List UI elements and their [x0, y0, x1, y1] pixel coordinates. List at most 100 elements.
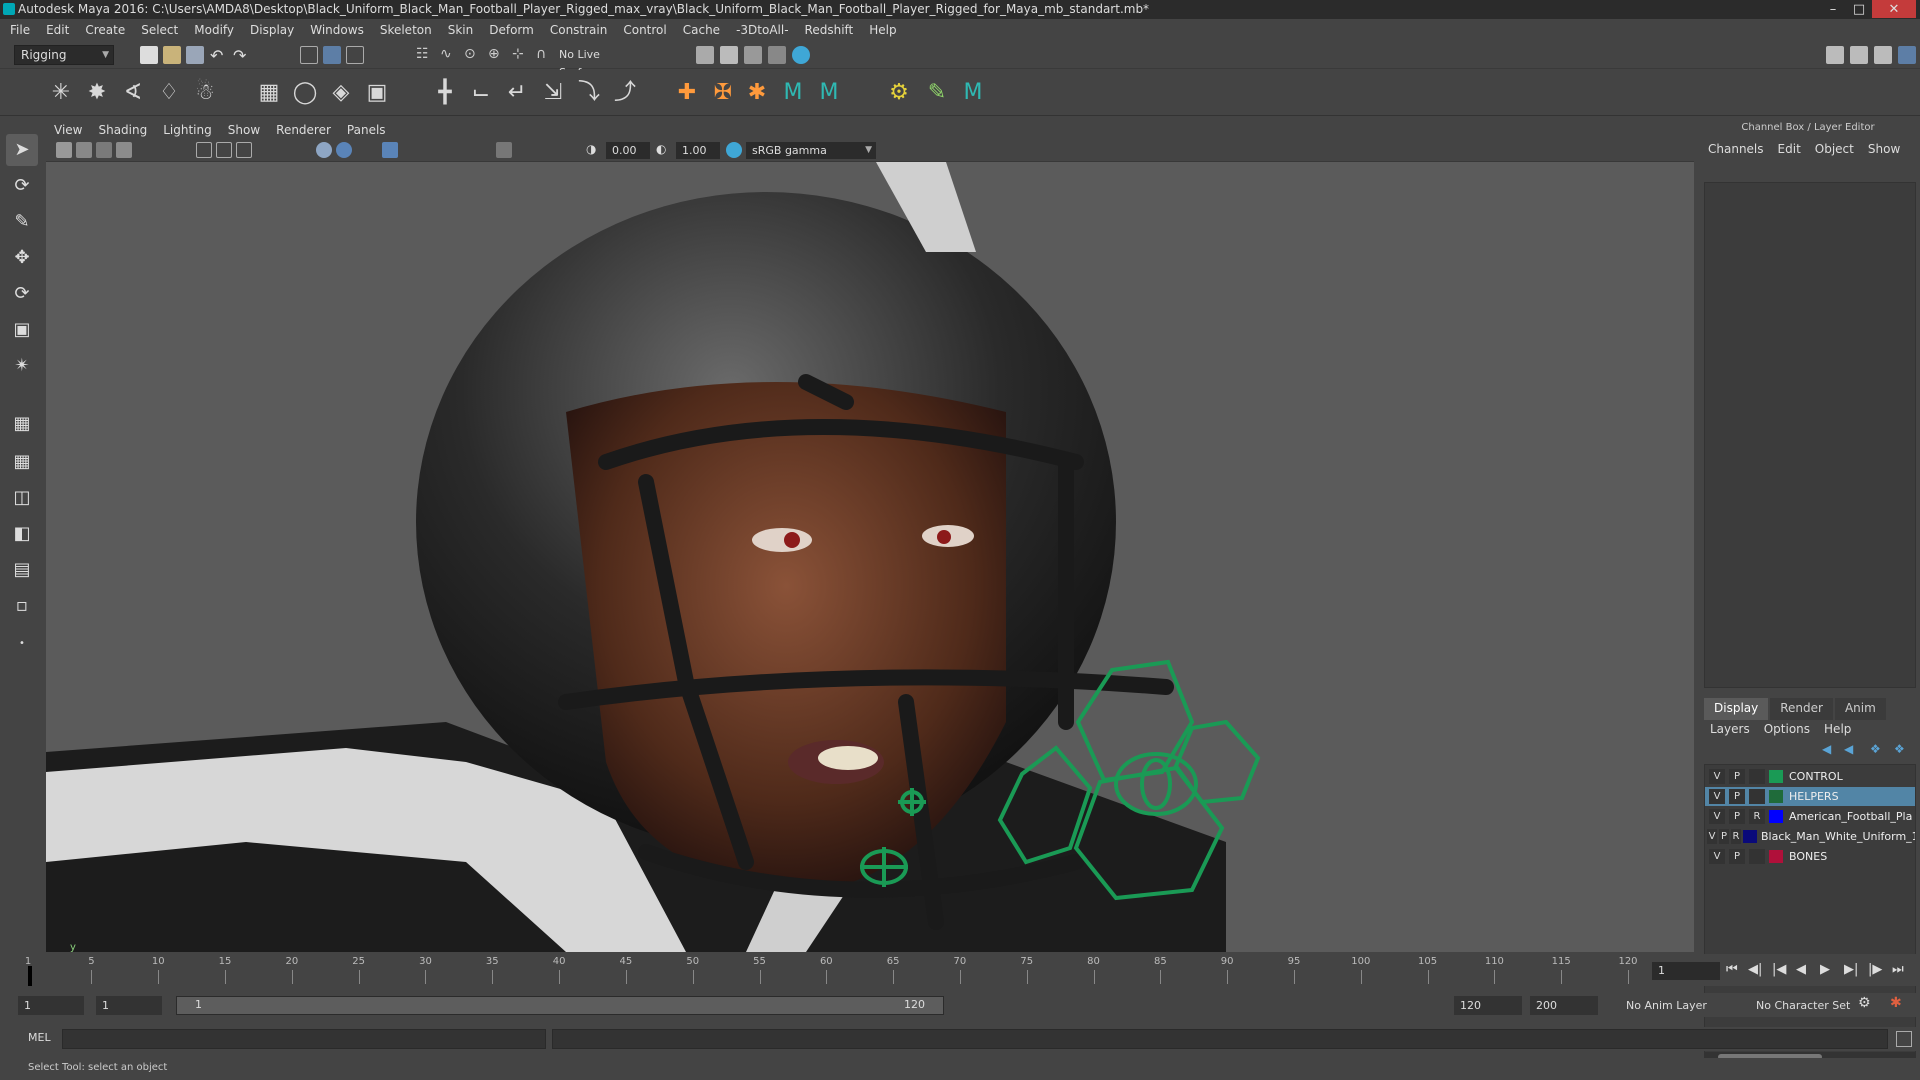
snap-surface-icon[interactable]: ⊹	[512, 46, 530, 64]
range-slider-bar[interactable]: 1 120	[176, 996, 944, 1015]
layer-visibility-toggle[interactable]: V	[1707, 829, 1717, 844]
layer-playback-toggle[interactable]: P	[1729, 789, 1745, 804]
wireframe-icon[interactable]	[316, 142, 332, 158]
move-tool-icon[interactable]: ✥	[6, 242, 38, 274]
tab-anim[interactable]: Anim	[1834, 698, 1886, 720]
redo-icon[interactable]: ↷	[233, 46, 251, 65]
maya-script-2-icon[interactable]: M	[814, 78, 844, 108]
select-object-icon[interactable]	[323, 46, 341, 64]
lasso-tool-icon[interactable]: ⟳	[6, 170, 38, 202]
image-plane-icon[interactable]	[116, 142, 132, 158]
snap-grid-icon[interactable]: ☷	[416, 46, 434, 64]
exposure-icon[interactable]: ◑	[586, 142, 602, 158]
humanik-icon[interactable]: ☃	[190, 78, 220, 108]
channels-menu[interactable]: Channels	[1708, 142, 1764, 156]
four-pane-layout-icon[interactable]: ▦	[6, 446, 38, 478]
open-scene-icon[interactable]	[163, 46, 181, 64]
command-input[interactable]	[62, 1029, 546, 1049]
camera-select-icon[interactable]	[56, 142, 72, 158]
animation-start-field[interactable]: 1	[18, 996, 84, 1015]
layer-playback-toggle[interactable]: P	[1719, 829, 1729, 844]
undo-icon[interactable]: ↶	[210, 46, 228, 65]
menu-windows[interactable]: Windows	[310, 23, 364, 37]
tab-render[interactable]: Render	[1770, 698, 1833, 720]
layer-playback-toggle[interactable]: P	[1729, 809, 1745, 824]
maximize-icon[interactable]: □	[1846, 0, 1872, 18]
new-scene-icon[interactable]	[140, 46, 158, 64]
auto-key-icon[interactable]: ⚙	[1858, 995, 1871, 1011]
resolution-gate-icon[interactable]	[236, 142, 252, 158]
toggle-modeling-toolkit-icon[interactable]	[1826, 46, 1844, 64]
menu-file[interactable]: File	[10, 23, 30, 37]
layer-row[interactable]: V P R Black_Man_White_Uniform_1	[1705, 827, 1915, 846]
layer-row[interactable]: V P CONTROL	[1705, 767, 1915, 786]
rotate-tool-icon[interactable]: ⟳	[6, 278, 38, 310]
layer-visibility-toggle[interactable]: V	[1709, 849, 1725, 864]
color-management-icon[interactable]	[726, 142, 742, 158]
time-slider[interactable]: 1 5 10 15 20 25 30 35 40 45 50 55 60 65 70 75 80 85 90 95 1…	[0, 954, 1920, 986]
layer-color-swatch[interactable]	[1743, 830, 1757, 843]
menu-modify[interactable]: Modify	[194, 23, 234, 37]
layer-row[interactable]: V P BONES	[1705, 847, 1915, 866]
show-menu[interactable]: Show	[1868, 142, 1900, 156]
isolate-select-icon[interactable]	[496, 142, 512, 158]
anim-layer-dropdown[interactable]: No Anim Layer	[1620, 996, 1740, 1015]
layer-color-swatch[interactable]	[1769, 850, 1783, 863]
menu-display[interactable]: Display	[250, 23, 294, 37]
menu-skeleton[interactable]: Skeleton	[380, 23, 432, 37]
side-by-side-layout-icon[interactable]: ◫	[6, 482, 38, 514]
scale-tool-icon[interactable]: ▣	[6, 314, 38, 346]
vp-menu-show[interactable]: Show	[228, 123, 260, 137]
render-view-icon[interactable]	[792, 46, 810, 64]
insert-joint-icon[interactable]: ♢	[154, 78, 184, 108]
blend-shape-icon[interactable]: ⚙	[884, 78, 914, 108]
bookmark-icon[interactable]	[96, 142, 112, 158]
smooth-shade-icon[interactable]	[336, 142, 352, 158]
step-back-key-icon[interactable]: |◀	[1772, 962, 1786, 977]
menu-set-dropdown[interactable]: Rigging ▼	[14, 45, 114, 65]
aim-constraint-icon[interactable]: ⤵	[574, 78, 604, 108]
tab-display[interactable]: Display	[1704, 698, 1769, 720]
single-pane-layout-icon[interactable]: ▦	[6, 408, 38, 440]
step-forward-frame-icon[interactable]: |▶	[1868, 962, 1882, 977]
paint-weights-icon[interactable]: ▣	[362, 78, 392, 108]
menu-deform[interactable]: Deform	[489, 23, 534, 37]
menu-control[interactable]: Control	[623, 23, 666, 37]
time-ruler[interactable]: 1 5 10 15 20 25 30 35 40 45 50 55 60 65 70 75 80 85 90 95 1…	[25, 954, 1638, 986]
vp-menu-lighting[interactable]: Lighting	[163, 123, 212, 137]
select-tool-icon[interactable]: ➤	[6, 134, 38, 166]
render-settings-icon[interactable]	[696, 46, 714, 64]
cluster-icon[interactable]: ✠	[708, 78, 738, 108]
select-component-icon[interactable]	[346, 46, 364, 64]
3d-scene-view[interactable]: persp y	[46, 162, 1694, 952]
move-layer-down-icon[interactable]: ◀	[1844, 742, 1853, 756]
persp-graph-layout-icon[interactable]: ▤	[6, 554, 38, 586]
play-forwards-icon[interactable]: ▶	[1820, 962, 1830, 977]
layer-color-swatch[interactable]	[1769, 790, 1783, 803]
animation-preferences-icon[interactable]: ✱	[1890, 995, 1902, 1011]
layer-color-swatch[interactable]	[1769, 770, 1783, 783]
layer-row[interactable]: V P R American_Football_Pla	[1705, 807, 1915, 826]
step-forward-key-icon[interactable]: ▶|	[1844, 962, 1858, 977]
joint-tool-icon[interactable]: ✳	[46, 78, 76, 108]
layer-display-type-toggle[interactable]	[1749, 789, 1765, 804]
camera-attributes-icon[interactable]	[76, 142, 92, 158]
maya-script-3-icon[interactable]: M	[958, 78, 988, 108]
help-menu[interactable]: Help	[1824, 722, 1851, 740]
select-hierarchy-icon[interactable]	[300, 46, 318, 64]
layer-visibility-toggle[interactable]: V	[1709, 809, 1725, 824]
live-surface-field[interactable]: No Live Surface	[553, 46, 641, 79]
go-to-start-icon[interactable]: ⏮	[1726, 962, 1738, 977]
layer-row[interactable]: V P HELPERS	[1705, 787, 1915, 806]
lattice-icon[interactable]: ✱	[742, 78, 772, 108]
go-to-end-icon[interactable]: ⏭	[1892, 962, 1904, 977]
orient-constraint-icon[interactable]: ↵	[502, 78, 532, 108]
ik-handle-icon[interactable]: ✸	[82, 78, 112, 108]
universal-manipulator-icon[interactable]: ✴	[6, 350, 38, 382]
layer-display-type-toggle[interactable]	[1749, 849, 1765, 864]
gamma-icon[interactable]: ◐	[656, 142, 672, 158]
current-frame-field[interactable]: 1	[1652, 962, 1720, 980]
ik-spline-icon[interactable]: ∢	[118, 78, 148, 108]
animation-end-field[interactable]: 200	[1530, 996, 1598, 1015]
parent-constraint-icon[interactable]: ╋	[430, 78, 460, 108]
